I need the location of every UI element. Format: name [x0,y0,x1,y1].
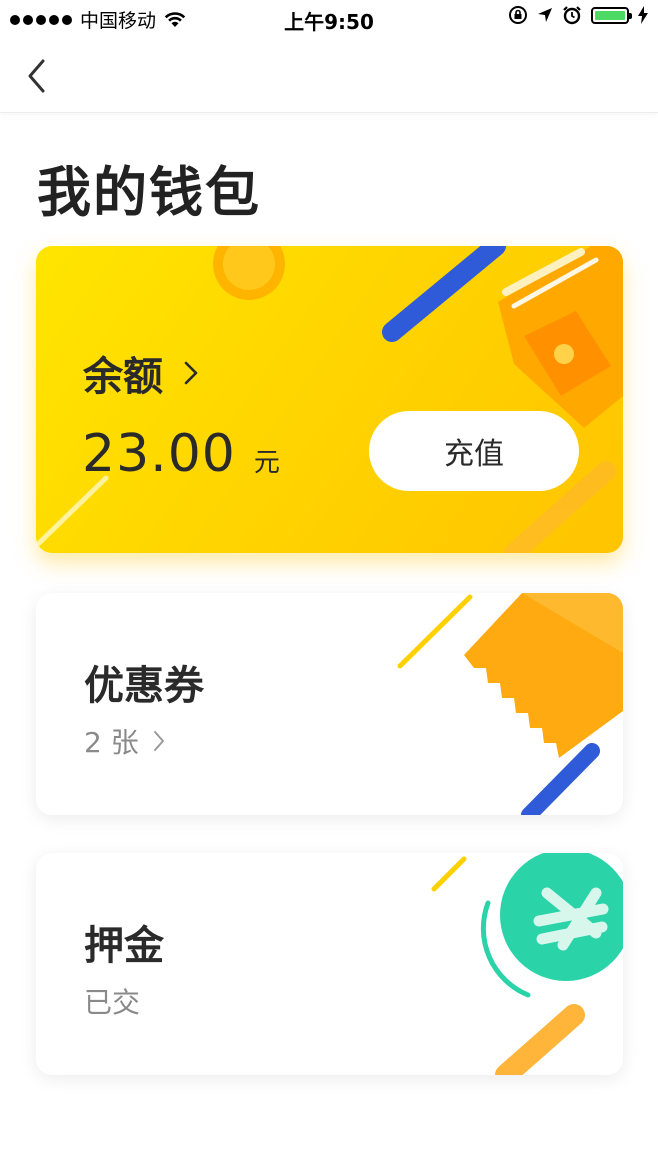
balance-link[interactable]: 余额 [83,344,199,402]
balance-label: 余额 [83,354,163,400]
chevron-right-icon [184,361,198,385]
chevron-left-icon [28,59,45,93]
chevron-right-icon [153,731,164,751]
recharge-button[interactable]: 充值 [369,411,579,491]
status-right [508,5,648,25]
nav-bar [0,38,658,113]
back-button[interactable] [22,56,56,96]
coupon-count-link[interactable]: 2 张 [84,721,165,761]
charging-bolt-icon [638,6,648,24]
location-arrow-icon [538,8,552,22]
deposit-card[interactable]: 押金 已交 [36,853,623,1075]
page-title: 我的钱包 [37,161,261,224]
coupon-title: 优惠券 [84,663,204,709]
alarm-icon [563,6,581,25]
deposit-title: 押金 [84,923,164,969]
status-bar: 中国移动 上午9:50 [0,0,658,38]
deposit-status: 已交 [84,986,141,1019]
balance-amount: 23.00 [82,424,236,484]
deposit-status-row: 已交 [84,981,140,1021]
rotation-lock-icon [509,6,527,24]
balance-amount-row: 23.00 元 [82,424,280,484]
battery-icon [591,6,632,24]
balance-card[interactable]: 余额 23.00 元 充值 [36,246,623,553]
coupon-card[interactable]: 优惠券 2 张 [36,593,623,815]
coupon-count: 2 张 [84,726,139,759]
balance-unit: 元 [253,448,280,478]
